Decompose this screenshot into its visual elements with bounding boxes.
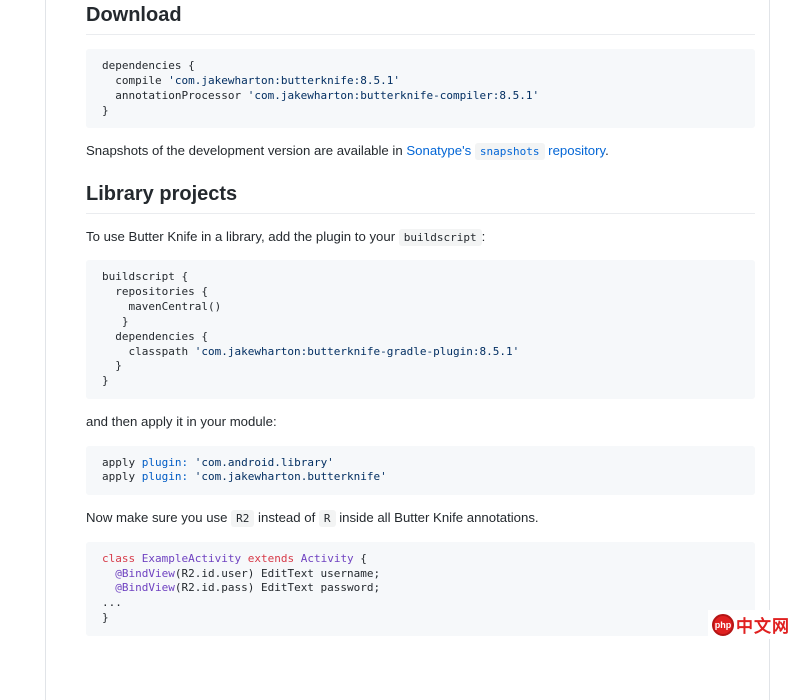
code-token: buildscript { (102, 270, 188, 283)
code-block-dependencies: dependencies { compile 'com.jakewharton:… (86, 49, 755, 128)
code-line: classpath 'com.jakewharton:butterknife-g… (102, 345, 739, 360)
php-cn-logo-icon: php (712, 614, 734, 636)
section-heading-download: Download (86, 2, 755, 35)
paragraph-library-intro: To use Butter Knife in a library, add th… (86, 228, 755, 246)
code-line: @BindView(R2.id.user) EditText username; (102, 567, 739, 582)
code-token: annotationProcessor (102, 89, 248, 102)
code-token: 'com.android.library' (195, 456, 334, 469)
code-token (102, 581, 115, 594)
code-line: class ExampleActivity extends Activity { (102, 552, 739, 567)
code-token: } (102, 104, 109, 117)
code-line: apply plugin: 'com.android.library' (102, 456, 739, 471)
code-line: compile 'com.jakewharton:butterknife:8.5… (102, 74, 739, 89)
code-token: apply (102, 470, 142, 483)
code-line: dependencies { (102, 59, 739, 74)
code-line: } (102, 315, 739, 330)
code-token: Activity (301, 552, 354, 565)
code-token: class (102, 552, 142, 565)
code-token: @BindView (115, 581, 175, 594)
code-token: mavenCentral() (102, 300, 221, 313)
code-block-buildscript: buildscript { repositories { mavenCentra… (86, 260, 755, 399)
code-line: mavenCentral() (102, 300, 739, 315)
code-block-example-activity: class ExampleActivity extends Activity {… (86, 542, 755, 636)
code-line: repositories { (102, 285, 739, 300)
code-token: @BindView (115, 567, 175, 580)
code-line: dependencies { (102, 330, 739, 345)
code-token: 'com.jakewharton:butterknife:8.5.1' (168, 74, 400, 87)
code-token: plugin: (142, 470, 188, 483)
code-line: buildscript { (102, 270, 739, 285)
paragraph-apply-module: and then apply it in your module: (86, 413, 755, 431)
php-cn-watermark-text: 中文网 (736, 612, 790, 637)
code-token: ExampleActivity (142, 552, 241, 565)
text-segment: instead of (254, 510, 319, 525)
text-segment: : (482, 229, 486, 244)
text-segment: inside all Butter Knife annotations. (336, 510, 539, 525)
text-segment: Snapshots of the development version are… (86, 143, 406, 158)
code-token: 'com.jakewharton:butterknife-gradle-plug… (195, 345, 520, 358)
text-segment: To use Butter Knife in a library, add th… (86, 229, 399, 244)
inline-code-snapshots[interactable]: snapshots (475, 143, 545, 160)
section-heading-library-projects: Library projects (86, 181, 755, 214)
code-token: 'com.jakewharton.butterknife' (195, 470, 387, 483)
code-token: 'com.jakewharton:butterknife-compiler:8.… (248, 89, 539, 102)
code-line: annotationProcessor 'com.jakewharton:but… (102, 89, 739, 104)
code-line: } (102, 611, 739, 626)
code-token: (R2.id.user) EditText username; (175, 567, 380, 580)
inline-code-buildscript: buildscript (399, 229, 482, 246)
code-token: dependencies { (102, 330, 208, 343)
code-token (188, 456, 195, 469)
code-token: } (102, 359, 122, 372)
code-line: } (102, 359, 739, 374)
code-line: apply plugin: 'com.jakewharton.butterkni… (102, 470, 739, 485)
paragraph-snapshots: Snapshots of the development version are… (86, 142, 755, 160)
link-repository[interactable]: repository (548, 143, 605, 158)
readme-container: Download dependencies { compile 'com.jak… (45, 0, 770, 700)
code-token: repositories { (102, 285, 208, 298)
paragraph-r2-note: Now make sure you use R2 instead of R in… (86, 509, 755, 527)
code-block-apply-plugin: apply plugin: 'com.android.library'apply… (86, 446, 755, 496)
inline-code-r: R (319, 510, 336, 527)
code-token: } (102, 315, 129, 328)
code-token: apply (102, 456, 142, 469)
code-line: @BindView(R2.id.pass) EditText password; (102, 581, 739, 596)
code-token: ... (102, 596, 122, 609)
code-token (102, 567, 115, 580)
code-line: ... (102, 596, 739, 611)
link-snapshots-code[interactable]: snapshots (475, 143, 545, 158)
code-token: extends (241, 552, 301, 565)
code-token: dependencies { (102, 59, 195, 72)
code-line: } (102, 374, 739, 389)
code-token: } (102, 374, 109, 387)
text-segment: Now make sure you use (86, 510, 231, 525)
code-token: } (102, 611, 109, 624)
php-cn-watermark: php 中文网 (708, 610, 794, 639)
code-token: (R2.id.pass) EditText password; (175, 581, 380, 594)
code-token: compile (102, 74, 168, 87)
inline-code-r2: R2 (231, 510, 254, 527)
code-line: } (102, 104, 739, 119)
code-token: plugin: (142, 456, 188, 469)
link-sonatype[interactable]: Sonatype's (406, 143, 471, 158)
code-token: classpath (102, 345, 195, 358)
text-segment: . (605, 143, 609, 158)
code-token (188, 470, 195, 483)
code-token: { (354, 552, 367, 565)
